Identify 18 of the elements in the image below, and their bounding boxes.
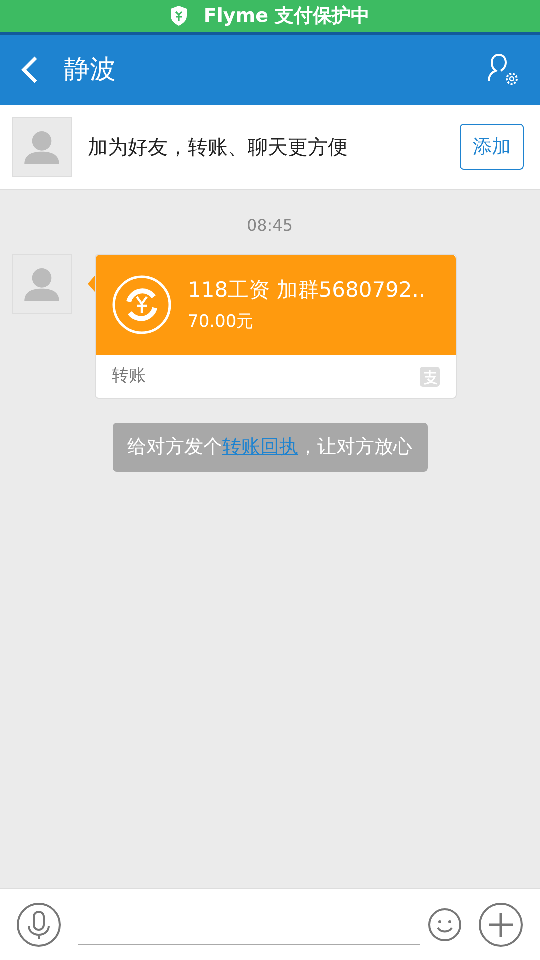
time-label: 08:45 [246,215,294,237]
back-icon[interactable] [20,55,40,85]
payment-logo-icon [420,366,440,386]
transfer-card[interactable]: 118工资 加群5680792.. 70.00元 转账 [95,254,457,399]
microphone-icon[interactable] [16,902,62,948]
plus-icon[interactable] [478,902,524,948]
shield-icon [170,6,188,26]
transfer-amount: 70.00元 [188,311,255,334]
status-text: Flyme 支付保护中 [204,4,370,29]
emoji-icon[interactable] [428,908,462,942]
transfer-label: 转账 [112,364,146,388]
receipt-notice: 给对方发个转账回执，让对方放心 [112,423,428,472]
transfer-icon [112,275,172,335]
transfer-title: 118工资 加群5680792.. [188,276,426,304]
add-button[interactable]: 添加 [460,124,524,170]
user-settings-icon[interactable] [486,53,520,87]
chat-title: 静波 [64,54,116,86]
add-friend-prompt: 加为好友，转账、聊天更方便 [88,134,348,161]
